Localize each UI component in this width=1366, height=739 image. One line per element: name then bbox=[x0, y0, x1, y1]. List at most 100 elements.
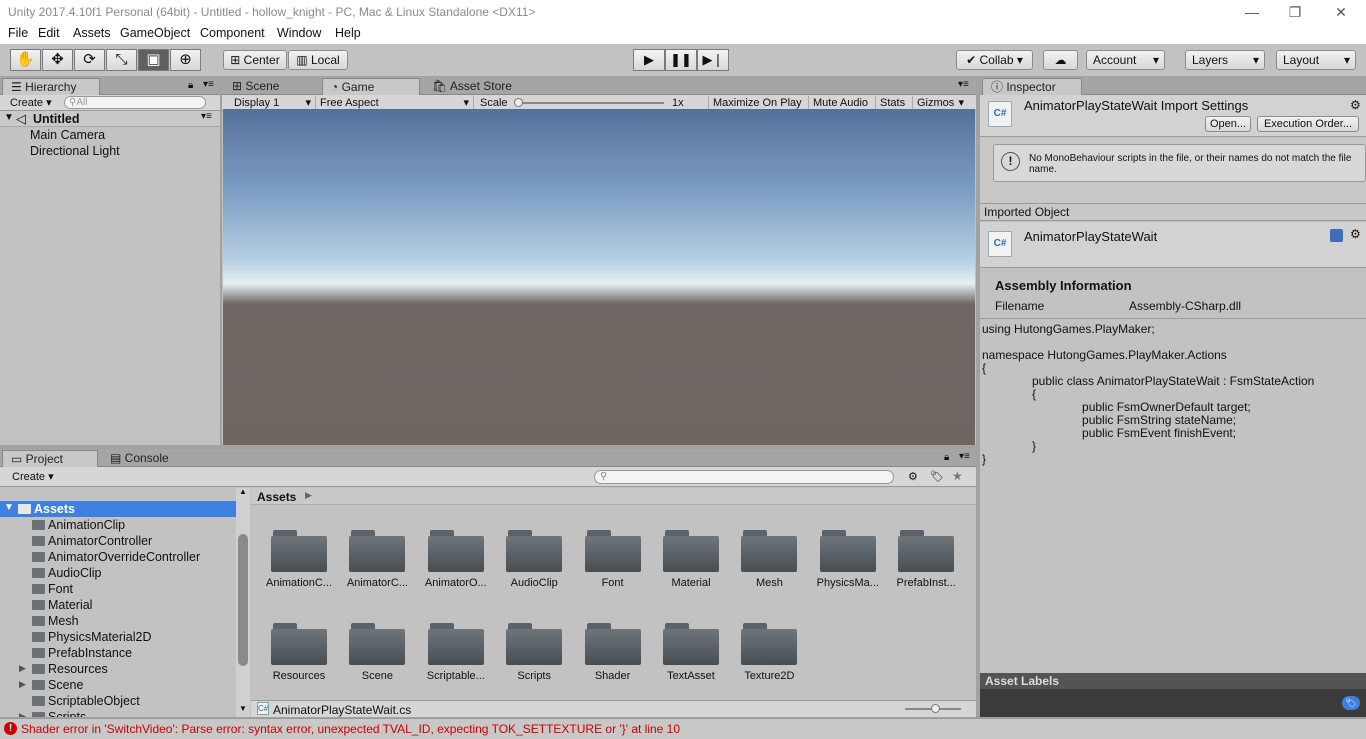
lock-icon[interactable]: 🔒︎ bbox=[188, 80, 193, 91]
expand-arrow-icon[interactable]: ▶ bbox=[19, 663, 26, 674]
filter-label-icon[interactable]: 🏷︎ bbox=[930, 470, 944, 483]
account-dropdown[interactable]: Account ▾ bbox=[1086, 50, 1165, 70]
asset-folder[interactable]: PhysicsMa... bbox=[808, 506, 888, 594]
menu-window[interactable]: Window bbox=[277, 26, 321, 40]
tab-inspector[interactable]: ⓘ Inspector bbox=[982, 78, 1082, 95]
asset-folder[interactable]: Texture2D bbox=[729, 599, 809, 687]
tree-folder-row[interactable]: Mesh bbox=[0, 613, 236, 629]
menu-help[interactable]: Help bbox=[335, 26, 361, 40]
asset-folder[interactable]: Material bbox=[651, 506, 731, 594]
book-help-icon[interactable] bbox=[1330, 229, 1343, 242]
tree-folder-row[interactable]: AudioClip bbox=[0, 565, 236, 581]
scale-tool-icon[interactable]: ⤡ bbox=[106, 49, 137, 71]
tree-folder-row[interactable]: AnimatorController bbox=[0, 533, 236, 549]
status-bar[interactable]: ! Shader error in 'SwitchVideo': Parse e… bbox=[0, 718, 1366, 739]
layers-dropdown[interactable]: Layers ▾ bbox=[1185, 50, 1265, 70]
cloud-button[interactable]: ☁ bbox=[1043, 50, 1078, 70]
hierarchy-create-button[interactable]: Create ▾ bbox=[6, 96, 56, 110]
step-button[interactable]: ▶❘ bbox=[697, 49, 729, 71]
tree-folder-row[interactable]: Material bbox=[0, 597, 236, 613]
expand-arrow-icon[interactable]: ▼ bbox=[4, 502, 14, 513]
menu-gameobject[interactable]: GameObject bbox=[120, 26, 190, 40]
gear-icon[interactable]: ⚙ bbox=[1350, 227, 1361, 241]
pivot-center-button[interactable]: ⊞ Center bbox=[223, 50, 287, 70]
panel-menu-icon[interactable]: ▾≡ bbox=[203, 79, 214, 90]
scene-row[interactable]: ▼ ◁ Untitled ▾≡ bbox=[0, 111, 220, 127]
tree-folder-row[interactable]: ScriptableObject bbox=[0, 693, 236, 709]
hand-tool-icon[interactable]: ✋ bbox=[10, 49, 41, 71]
pivot-local-button[interactable]: ▥ Local bbox=[288, 50, 348, 70]
open-button[interactable]: Open... bbox=[1205, 116, 1251, 132]
tab-scene[interactable]: ⊞ Scene bbox=[224, 78, 316, 95]
tree-scroll-thumb[interactable] bbox=[238, 534, 248, 666]
hierarchy-item[interactable]: Main Camera bbox=[30, 128, 105, 142]
scroll-up-icon[interactable]: ▲ bbox=[239, 487, 247, 496]
minimize-button[interactable]: — bbox=[1229, 0, 1275, 24]
filter-type-icon[interactable]: ⚙ bbox=[908, 470, 918, 483]
tree-folder-row[interactable]: AnimatorOverrideController bbox=[0, 549, 236, 565]
layout-dropdown[interactable]: Layout ▾ bbox=[1276, 50, 1356, 70]
breadcrumb-assets[interactable]: Assets bbox=[257, 490, 296, 504]
scale-slider-track[interactable] bbox=[516, 102, 664, 104]
asset-folder[interactable]: PrefabInst... bbox=[886, 506, 966, 594]
expand-arrow-icon[interactable]: ▶ bbox=[19, 711, 26, 717]
asset-folder[interactable]: TextAsset bbox=[651, 599, 731, 687]
move-tool-icon[interactable]: ✥ bbox=[42, 49, 73, 71]
asset-folder[interactable]: Shader bbox=[573, 599, 653, 687]
tree-folder-row[interactable]: PhysicsMaterial2D bbox=[0, 629, 236, 645]
project-create-button[interactable]: Create ▾ bbox=[8, 470, 58, 484]
assets-root-row[interactable]: ▼ Assets bbox=[0, 501, 236, 517]
aspect-dropdown[interactable]: Free Aspect ▾ bbox=[316, 96, 474, 110]
scale-slider-thumb[interactable] bbox=[514, 98, 523, 107]
scene-menu-icon[interactable]: ▾≡ bbox=[201, 111, 212, 122]
scroll-down-icon[interactable]: ▼ bbox=[239, 704, 247, 713]
gear-icon[interactable]: ⚙ bbox=[1350, 98, 1361, 112]
tab-hierarchy[interactable]: ☰ Hierarchy bbox=[2, 78, 100, 95]
project-search-input[interactable]: ⚲ bbox=[594, 470, 894, 484]
maximize-button[interactable]: ❐ bbox=[1272, 0, 1318, 24]
stats-toggle[interactable]: Stats bbox=[875, 96, 909, 110]
close-button[interactable]: ✕ bbox=[1318, 0, 1364, 24]
tree-folder-row[interactable]: Font bbox=[0, 581, 236, 597]
play-button[interactable]: ▶ bbox=[633, 49, 665, 71]
menu-component[interactable]: Component bbox=[200, 26, 265, 40]
asset-folder[interactable]: AnimationC... bbox=[259, 506, 339, 594]
asset-folder[interactable]: Mesh bbox=[729, 506, 809, 594]
tab-console[interactable]: ▤ Console bbox=[102, 450, 198, 467]
hierarchy-item[interactable]: Directional Light bbox=[30, 144, 120, 158]
asset-folder[interactable]: Scripts bbox=[494, 599, 574, 687]
mute-audio-toggle[interactable]: Mute Audio bbox=[808, 96, 872, 110]
display-dropdown[interactable]: Display 1 ▾ bbox=[230, 96, 316, 110]
tree-scrollbar[interactable]: ▲ ▼ bbox=[236, 487, 250, 717]
execution-order-button[interactable]: Execution Order... bbox=[1257, 116, 1359, 132]
rect-tool-icon[interactable]: ▣ bbox=[138, 49, 169, 71]
menu-assets[interactable]: Assets bbox=[73, 26, 111, 40]
maximize-on-play-toggle[interactable]: Maximize On Play bbox=[708, 96, 806, 110]
asset-folder[interactable]: Font bbox=[573, 506, 653, 594]
asset-folder[interactable]: AnimatorC... bbox=[337, 506, 417, 594]
collab-button[interactable]: ✔ Collab ▾ bbox=[956, 50, 1033, 70]
hierarchy-search-input[interactable]: ⚲All bbox=[64, 96, 206, 109]
expand-arrow-icon[interactable]: ▶ bbox=[19, 679, 26, 690]
asset-folder[interactable]: Resources bbox=[259, 599, 339, 687]
menu-file[interactable]: File bbox=[8, 26, 28, 40]
lock-icon[interactable]: 🔒︎ bbox=[944, 452, 949, 463]
menu-edit[interactable]: Edit bbox=[38, 26, 60, 40]
transform-tool-icon[interactable]: ⊕ bbox=[170, 49, 201, 71]
tab-asset-store[interactable]: 🛍︎ Asset Store bbox=[424, 78, 524, 95]
gizmos-dropdown[interactable]: Gizmos ▾ bbox=[912, 96, 968, 110]
asset-folder[interactable]: AnimatorO... bbox=[416, 506, 496, 594]
tab-game[interactable]: ◔ Game bbox=[322, 78, 420, 95]
rotate-tool-icon[interactable]: ⟳ bbox=[74, 49, 105, 71]
panel-menu-icon[interactable]: ▾≡ bbox=[958, 79, 969, 90]
pause-button[interactable]: ❚❚ bbox=[665, 49, 697, 71]
asset-folder[interactable]: Scene bbox=[337, 599, 417, 687]
favorite-star-icon[interactable]: ★ bbox=[952, 469, 963, 483]
asset-folder[interactable]: AudioClip bbox=[494, 506, 574, 594]
tree-folder-row[interactable]: PrefabInstance bbox=[0, 645, 236, 661]
tree-folder-row[interactable]: ▶ Resources bbox=[0, 661, 236, 677]
icon-size-thumb[interactable] bbox=[931, 704, 940, 713]
tag-icon[interactable]: 🏷︎ bbox=[1342, 696, 1360, 710]
tree-folder-row[interactable]: AnimationClip bbox=[0, 517, 236, 533]
tree-folder-row[interactable]: ▶ Scripts bbox=[0, 709, 236, 717]
